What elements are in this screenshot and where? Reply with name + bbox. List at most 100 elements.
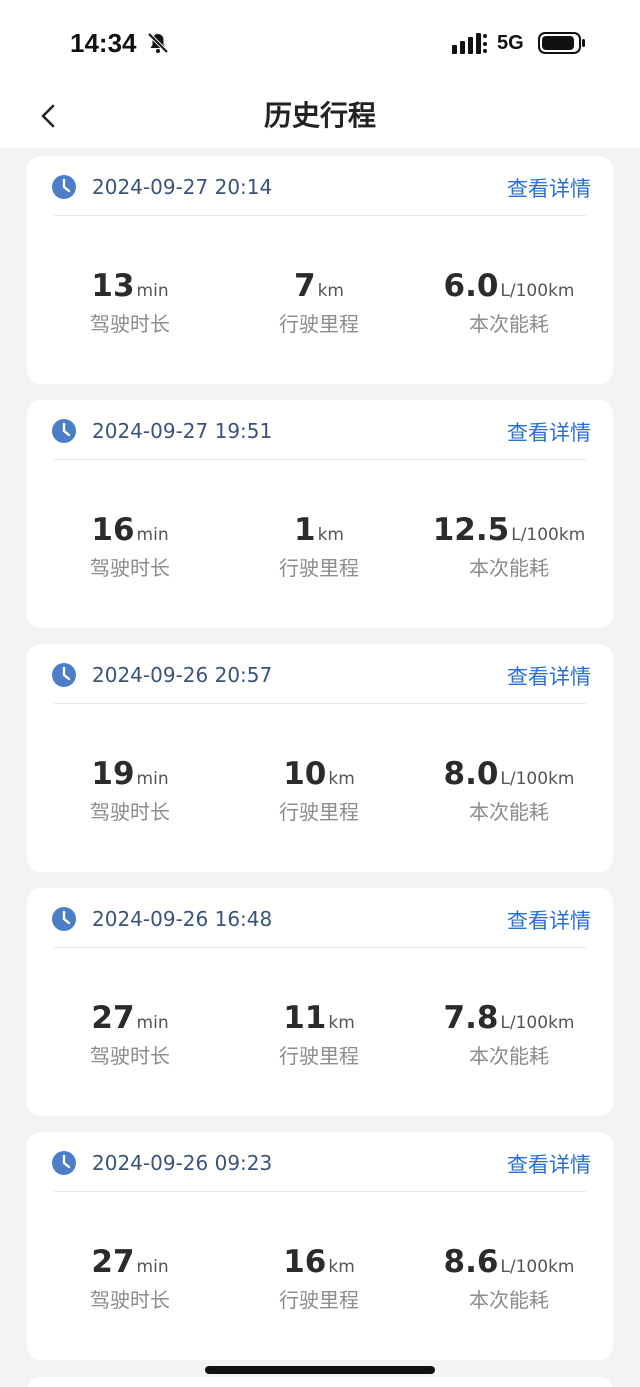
consumption-label: 本次能耗 <box>469 312 549 336</box>
duration-label: 驾驶时长 <box>90 312 170 336</box>
card-header: 2024-09-26 09:23 查看详情 <box>27 1132 613 1192</box>
status-bar: 14:34 5G <box>0 0 640 86</box>
duration-unit: min <box>136 1013 169 1033</box>
trip-card: 2024-09-27 20:14 查看详情 13 min 驾驶时长 7 km 行驶里… <box>27 156 613 384</box>
consumption-unit: L/100km <box>500 1257 575 1277</box>
duration-stat: 16 min 驾驶时长 <box>35 510 225 581</box>
duration-value: 19 <box>91 756 135 792</box>
view-details-link[interactable]: 查看详情 <box>507 905 591 935</box>
divider <box>54 1191 586 1192</box>
distance-unit: km <box>328 1013 355 1033</box>
consumption-unit: L/100km <box>500 281 575 301</box>
home-indicator[interactable] <box>205 1366 435 1374</box>
distance-stat: 10 km 行驶里程 <box>224 754 414 825</box>
duration-label: 驾驶时长 <box>90 1288 170 1312</box>
view-details-link[interactable]: 查看详情 <box>507 661 591 691</box>
duration-unit: min <box>136 769 169 789</box>
distance-label: 行驶里程 <box>279 312 359 336</box>
distance-unit: km <box>317 281 344 301</box>
duration-label: 驾驶时长 <box>90 1044 170 1068</box>
card-header: 2024-09-26 16:48 查看详情 <box>27 888 613 948</box>
duration-label: 驾驶时长 <box>90 556 170 580</box>
trip-card: 2024-09-26 09:23 查看详情 27 min 驾驶时长 16 km 行驶… <box>27 1132 613 1360</box>
card-header: 2024-09-26 20:57 查看详情 <box>27 644 613 704</box>
bell-off-icon <box>147 32 169 54</box>
clock-icon <box>52 175 76 199</box>
consumption-value: 6.0 <box>443 268 499 304</box>
divider <box>54 215 586 216</box>
clock-icon <box>52 419 76 443</box>
distance-label: 行驶里程 <box>279 800 359 824</box>
consumption-value: 8.6 <box>443 1244 499 1280</box>
duration-unit: min <box>136 525 169 545</box>
consumption-label: 本次能耗 <box>469 1288 549 1312</box>
duration-value: 16 <box>91 512 135 548</box>
divider <box>54 947 586 948</box>
distance-label: 行驶里程 <box>279 556 359 580</box>
consumption-value: 12.5 <box>432 512 510 548</box>
distance-value: 16 <box>283 1244 327 1280</box>
trip-card: 2024-09-27 19:51 查看详情 16 min 驾驶时长 1 km 行驶里… <box>27 400 613 628</box>
card-header: 2024-09-27 20:14 查看详情 <box>27 156 613 216</box>
trip-card: 2024-09-26 16:48 查看详情 27 min 驾驶时长 11 km 行驶… <box>27 888 613 1116</box>
consumption-label: 本次能耗 <box>469 556 549 580</box>
distance-stat: 16 km 行驶里程 <box>224 1242 414 1313</box>
clock-icon <box>52 1151 76 1175</box>
duration-stat: 13 min 驾驶时长 <box>35 266 225 337</box>
view-details-link[interactable]: 查看详情 <box>507 1149 591 1179</box>
distance-unit: km <box>317 525 344 545</box>
consumption-value: 7.8 <box>443 1000 499 1036</box>
trip-card-partial <box>27 1377 613 1387</box>
duration-stat: 27 min 驾驶时长 <box>35 998 225 1069</box>
distance-label: 行驶里程 <box>279 1288 359 1312</box>
trip-datetime: 2024-09-27 20:14 <box>92 175 273 199</box>
view-details-link[interactable]: 查看详情 <box>507 173 591 203</box>
trip-card: 2024-09-26 20:57 查看详情 19 min 驾驶时长 10 km 行驶… <box>27 644 613 872</box>
nav-bar: 历史行程 <box>0 86 640 148</box>
distance-value: 7 <box>294 268 316 304</box>
distance-stat: 11 km 行驶里程 <box>224 998 414 1069</box>
duration-value: 13 <box>91 268 135 304</box>
battery-icon <box>538 32 585 54</box>
view-details-link[interactable]: 查看详情 <box>507 417 591 447</box>
distance-label: 行驶里程 <box>279 1044 359 1068</box>
network-label: 5G <box>497 32 524 54</box>
card-header: 2024-09-27 19:51 查看详情 <box>27 400 613 460</box>
distance-stat: 7 km 行驶里程 <box>224 266 414 337</box>
trip-datetime: 2024-09-27 19:51 <box>92 419 273 443</box>
duration-stat: 19 min 驾驶时长 <box>35 754 225 825</box>
consumption-stat: 7.8 L/100km 本次能耗 <box>414 998 604 1069</box>
distance-value: 10 <box>283 756 327 792</box>
consumption-stat: 6.0 L/100km 本次能耗 <box>414 266 604 337</box>
consumption-unit: L/100km <box>500 769 575 789</box>
page-title: 历史行程 <box>263 99 376 132</box>
distance-unit: km <box>328 769 355 789</box>
consumption-stat: 12.5 L/100km 本次能耗 <box>414 510 604 581</box>
distance-value: 11 <box>283 1000 327 1036</box>
duration-unit: min <box>136 1257 169 1277</box>
distance-stat: 1 km 行驶里程 <box>224 510 414 581</box>
consumption-unit: L/100km <box>500 1013 575 1033</box>
clock-icon <box>52 663 76 687</box>
trip-list[interactable]: 2024-09-27 20:14 查看详情 13 min 驾驶时长 7 km 行驶里… <box>0 148 640 1387</box>
trip-datetime: 2024-09-26 16:48 <box>92 907 273 931</box>
trip-datetime: 2024-09-26 20:57 <box>92 663 273 687</box>
consumption-value: 8.0 <box>443 756 499 792</box>
consumption-unit: L/100km <box>511 525 586 545</box>
trip-datetime: 2024-09-26 09:23 <box>92 1151 273 1175</box>
duration-label: 驾驶时长 <box>90 800 170 824</box>
duration-value: 27 <box>91 1244 135 1280</box>
clock-icon <box>52 907 76 931</box>
distance-value: 1 <box>294 512 316 548</box>
consumption-stat: 8.6 L/100km 本次能耗 <box>414 1242 604 1313</box>
consumption-label: 本次能耗 <box>469 1044 549 1068</box>
duration-unit: min <box>136 281 169 301</box>
distance-unit: km <box>328 1257 355 1277</box>
duration-value: 27 <box>91 1000 135 1036</box>
duration-stat: 27 min 驾驶时长 <box>35 1242 225 1313</box>
consumption-stat: 8.0 L/100km 本次能耗 <box>414 754 604 825</box>
status-time: 14:34 <box>70 28 137 58</box>
divider <box>54 459 586 460</box>
consumption-label: 本次能耗 <box>469 800 549 824</box>
divider <box>54 703 586 704</box>
